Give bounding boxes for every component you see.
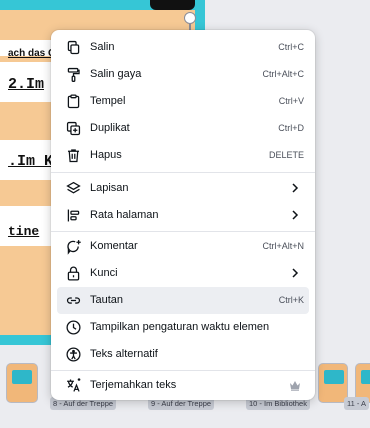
menu-item-label: Hapus [90, 149, 122, 161]
accessibility-icon [65, 346, 82, 363]
link-icon [65, 292, 82, 309]
slide-text[interactable]: tine [8, 224, 39, 239]
menu-item-label: Kunci [90, 267, 118, 279]
menu-item-layers[interactable]: Lapisan [57, 175, 309, 202]
menu-item-copy[interactable]: Salin Ctrl+C [57, 34, 309, 61]
menu-item-label: Rata halaman [90, 209, 159, 221]
duplicate-icon [65, 120, 82, 137]
align-icon [65, 207, 82, 224]
crown-icon [289, 380, 301, 391]
trash-icon [65, 147, 82, 164]
menu-item-label: Komentar [90, 240, 138, 252]
menu-item-shortcut: Ctrl+C [278, 42, 304, 52]
menu-divider [51, 231, 315, 232]
lock-icon [65, 265, 82, 282]
menu-item-align-page[interactable]: Rata halaman [57, 202, 309, 229]
menu-item-lock[interactable]: Kunci [57, 260, 309, 287]
menu-divider [51, 172, 315, 173]
menu-item-label: Salin [90, 41, 115, 53]
menu-item-label: Tempel [90, 95, 126, 107]
menu-item-label: Duplikat [90, 122, 130, 134]
clipboard-icon [65, 93, 82, 110]
menu-item-shortcut: Ctrl+Alt+C [262, 69, 304, 79]
slide-top-element[interactable] [150, 0, 195, 10]
page-thumbnail[interactable] [6, 363, 38, 403]
menu-item-label: Salin gaya [90, 68, 142, 80]
page-label[interactable]: 11 - A [344, 397, 370, 410]
translate-icon [65, 377, 82, 394]
menu-item-shortcut: Ctrl+D [278, 123, 304, 133]
menu-divider [51, 370, 315, 371]
menu-item-label: Tautan [90, 294, 124, 306]
menu-item-link[interactable]: Tautan Ctrl+K [57, 287, 309, 314]
menu-item-label: Teks alternatif [90, 348, 158, 360]
context-menu: Salin Ctrl+C Salin gaya Ctrl+Alt+C Tempe… [51, 30, 315, 400]
chevron-right-icon [291, 267, 299, 279]
comment-icon [65, 238, 82, 255]
chevron-right-icon [291, 182, 299, 194]
menu-item-label: Lapisan [90, 182, 129, 194]
menu-item-duplicate[interactable]: Duplikat Ctrl+D [57, 115, 309, 142]
chevron-right-icon [291, 209, 299, 221]
paint-roller-icon [65, 66, 82, 83]
menu-item-alt-text[interactable]: Teks alternatif [57, 341, 309, 368]
menu-item-translate[interactable]: Terjemahkan teks [57, 372, 309, 399]
copy-icon [65, 39, 82, 56]
menu-item-delete[interactable]: Hapus DELETE [57, 142, 309, 169]
slide-text[interactable]: 2.Im [8, 76, 44, 93]
timer-icon [65, 319, 82, 336]
menu-item-comment[interactable]: Komentar Ctrl+Alt+N [57, 233, 309, 260]
menu-item-label: Tampilkan pengaturan waktu elemen [90, 321, 270, 333]
layers-icon [65, 180, 82, 197]
rotate-handle[interactable] [184, 12, 196, 24]
menu-item-element-timing[interactable]: Tampilkan pengaturan waktu elemen [57, 314, 309, 341]
menu-item-shortcut: Ctrl+V [278, 96, 304, 106]
menu-item-shortcut: DELETE [268, 150, 304, 160]
menu-item-shortcut: Ctrl+K [278, 295, 304, 305]
menu-item-shortcut: Ctrl+Alt+N [262, 241, 304, 251]
menu-item-paste[interactable]: Tempel Ctrl+V [57, 88, 309, 115]
menu-item-copy-style[interactable]: Salin gaya Ctrl+Alt+C [57, 61, 309, 88]
page-thumbnail[interactable] [318, 363, 348, 403]
slide-text[interactable]: ach das Q [8, 48, 56, 59]
menu-item-label: Terjemahkan teks [90, 379, 177, 391]
